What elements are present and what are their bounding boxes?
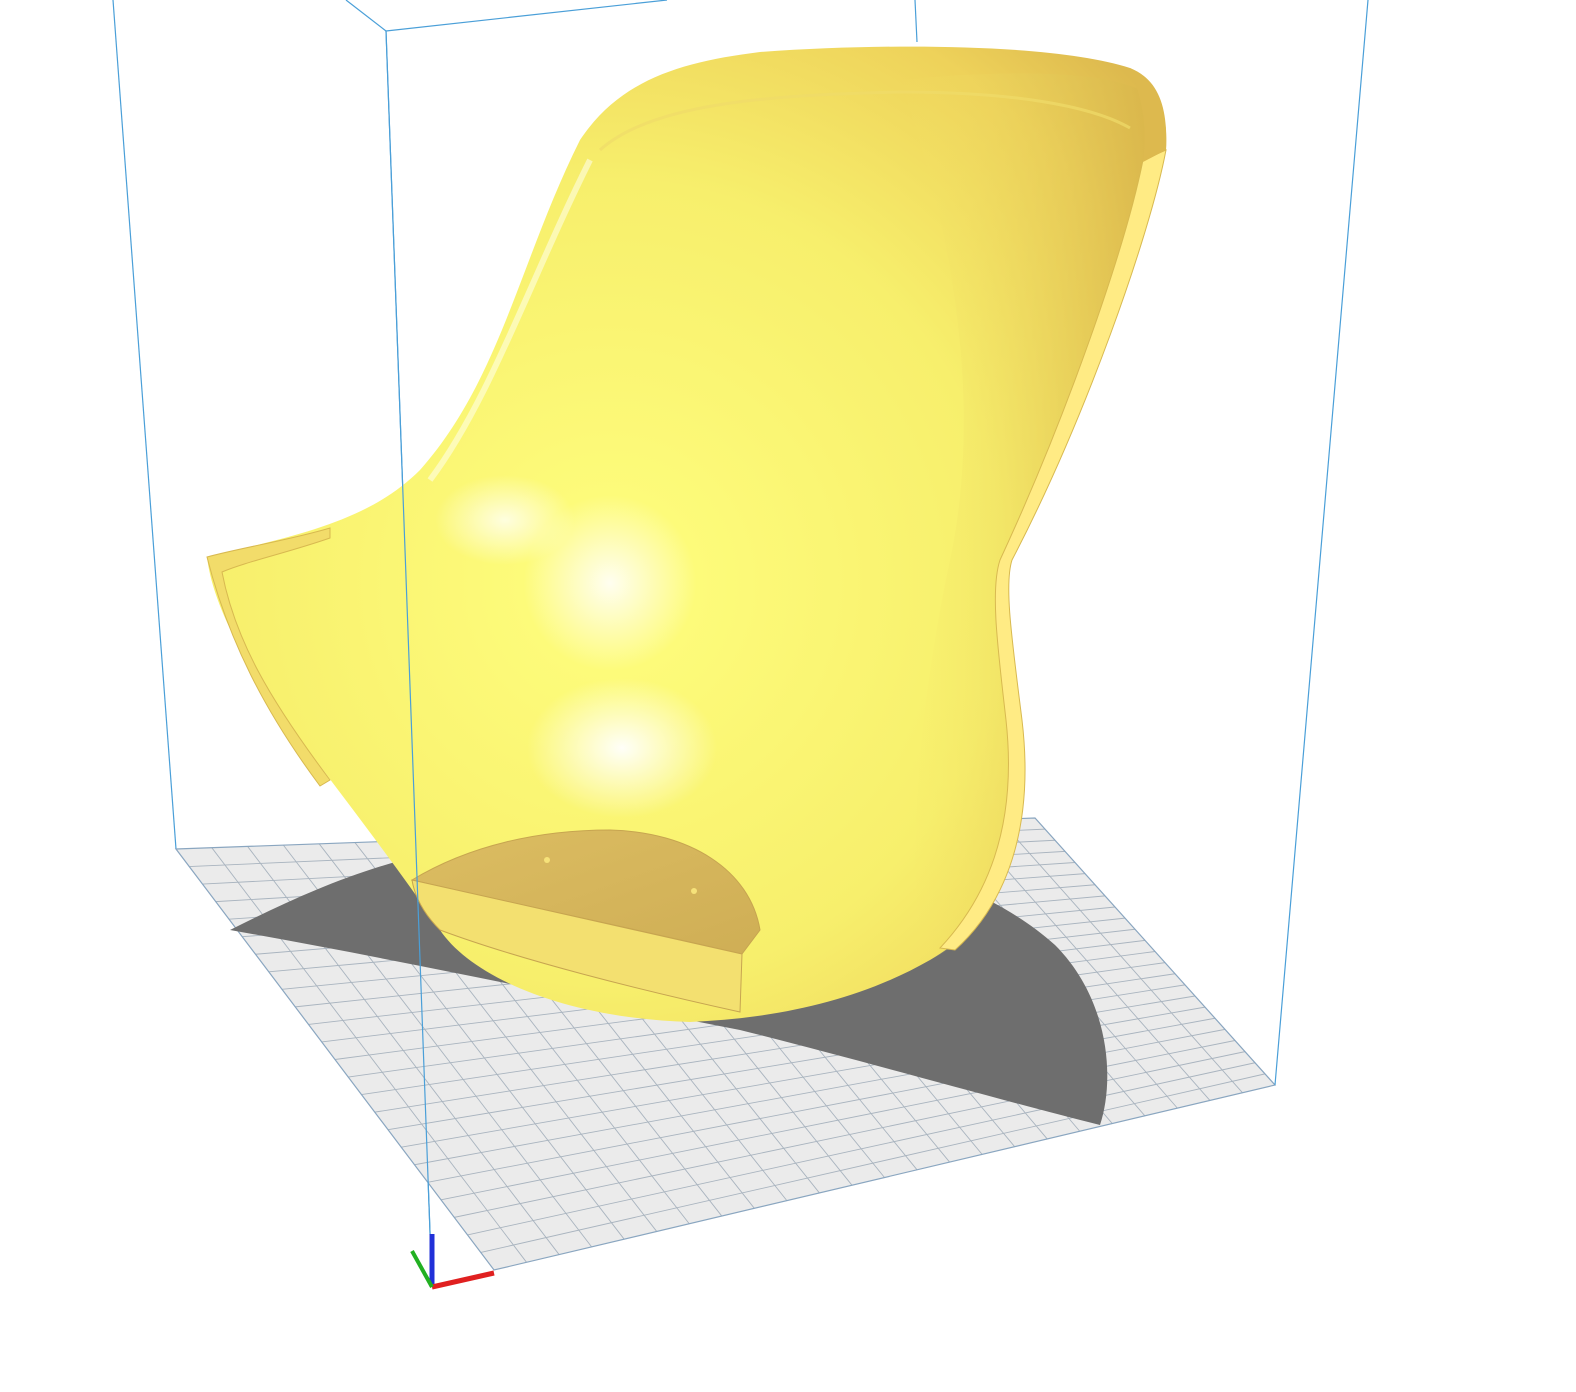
axis-y — [410, 1250, 434, 1288]
model-cut-dot-1 — [544, 857, 550, 863]
model-cut-dot-2 — [691, 888, 697, 894]
model-highlight-lower — [527, 678, 717, 818]
scene-canvas[interactable] — [0, 0, 1576, 1392]
axis-x — [431, 1270, 495, 1290]
model-highlight-upper — [435, 475, 575, 565]
3d-viewport[interactable] — [0, 0, 1576, 1392]
